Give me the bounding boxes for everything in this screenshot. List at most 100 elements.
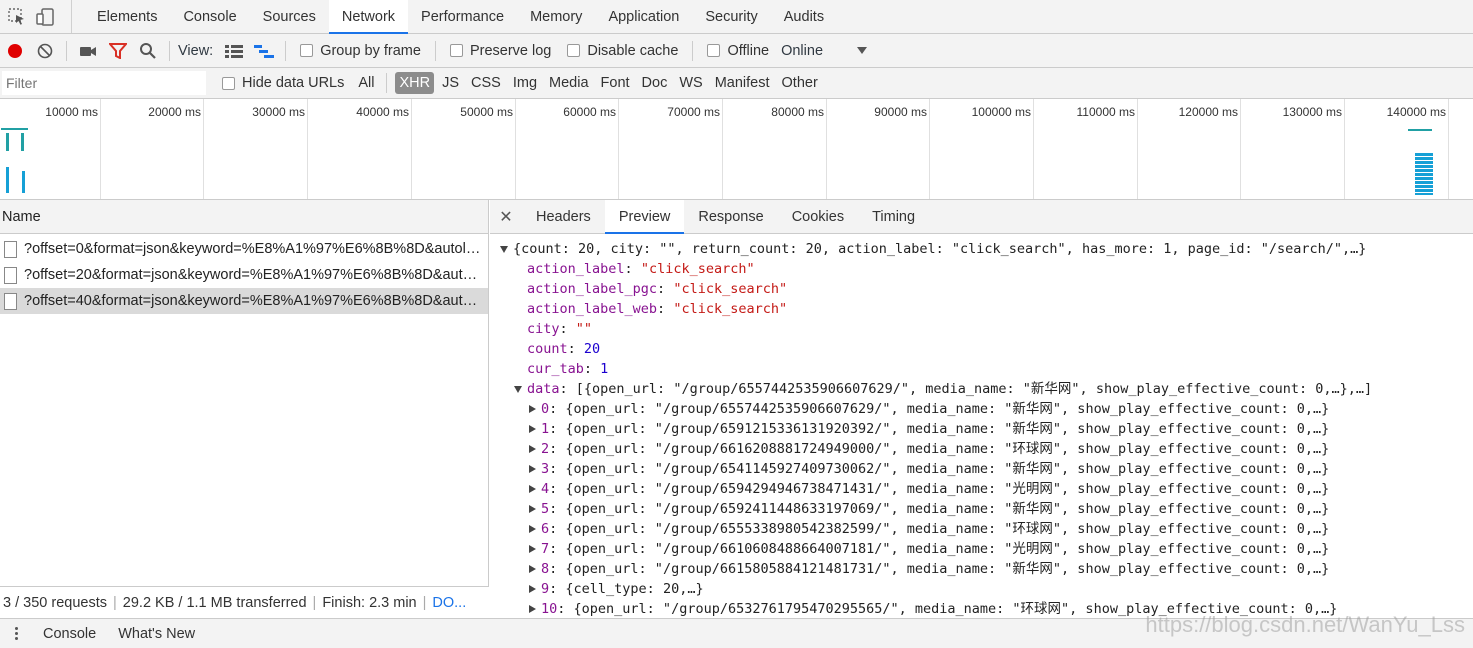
filter-toggle-button[interactable] [103, 36, 133, 66]
search-button[interactable] [133, 36, 163, 66]
hide-data-urls-label: Hide data URLs [242, 75, 345, 91]
offline-checkbox[interactable]: Offline [707, 43, 769, 59]
json-line[interactable]: 7: {open_url: "/group/661060848866400718… [490, 539, 1473, 559]
type-filter-other[interactable]: Other [778, 72, 822, 94]
json-line[interactable]: 1: {open_url: "/group/659121533613192039… [490, 419, 1473, 439]
screenshot-button[interactable] [73, 36, 103, 66]
request-row[interactable]: ?offset=20&format=json&keyword=%E8%A1%97… [0, 262, 488, 288]
json-object-summary: {cell_type: 20,…} [565, 581, 704, 597]
request-row[interactable]: ?offset=0&format=json&keyword=%E8%A1%97%… [0, 236, 488, 262]
device-toolbar-icon[interactable] [36, 7, 56, 26]
json-line: action_label_web: "click_search" [490, 299, 1473, 319]
drawer-tab-console[interactable]: Console [32, 626, 107, 642]
collapsed-arrow-icon[interactable] [529, 545, 536, 553]
json-line[interactable]: {count: 20, city: "", return_count: 20, … [490, 239, 1473, 259]
large-rows-button[interactable] [219, 36, 249, 66]
preserve-log-checkbox[interactable]: Preserve log [449, 43, 551, 59]
json-object-summary: {open_url: "/group/6557442535906607629/"… [565, 401, 1330, 417]
drawer-tab-what-s-new[interactable]: What's New [107, 626, 206, 642]
tab-sources[interactable]: Sources [250, 0, 329, 33]
json-line[interactable]: 9: {cell_type: 20,…} [490, 579, 1473, 599]
drawer-menu-icon[interactable] [0, 627, 32, 640]
checkbox-box[interactable] [567, 44, 581, 57]
json-index: 10 [541, 601, 558, 617]
tab-network[interactable]: Network [328, 0, 409, 34]
detail-tab-bar: ✕ Headers Preview Response Cookies Timing [490, 200, 1473, 234]
detail-tab-response[interactable]: Response [684, 200, 777, 233]
tab-console[interactable]: Console [170, 0, 249, 33]
json-colon: : [583, 361, 601, 377]
separator [386, 73, 388, 93]
type-filter-xhr[interactable]: XHR [395, 72, 435, 94]
overview-button[interactable] [249, 36, 279, 66]
type-filter-ws[interactable]: WS [675, 72, 706, 94]
overview-gridline [0, 99, 1449, 199]
tab-security[interactable]: Security [692, 0, 770, 33]
collapsed-arrow-icon[interactable] [529, 465, 536, 473]
json-line[interactable]: 6: {open_url: "/group/655533898054238259… [490, 519, 1473, 539]
type-filter-manifest[interactable]: Manifest [711, 72, 774, 94]
type-filter-all[interactable]: All [354, 72, 378, 94]
throttling-select[interactable]: Online [781, 42, 868, 59]
tab-elements[interactable]: Elements [84, 0, 170, 33]
hide-data-urls-checkbox[interactable]: Hide data URLs [222, 75, 344, 91]
detail-tab-timing[interactable]: Timing [858, 200, 929, 233]
network-overview[interactable]: 10000 ms 20000 ms 30000 ms 40000 ms 50000 ms… [0, 99, 1473, 200]
collapsed-arrow-icon[interactable] [529, 485, 536, 493]
collapsed-arrow-icon[interactable] [529, 405, 536, 413]
collapsed-arrow-icon[interactable] [529, 425, 536, 433]
detail-tab-preview[interactable]: Preview [604, 200, 685, 234]
collapsed-arrow-icon[interactable] [529, 505, 536, 513]
detail-tab-cookies[interactable]: Cookies [778, 200, 858, 233]
type-filter-img[interactable]: Img [509, 72, 541, 94]
collapsed-arrow-icon[interactable] [529, 445, 536, 453]
type-filter-font[interactable]: Font [597, 72, 634, 94]
tab-audits[interactable]: Audits [771, 0, 837, 33]
type-filter-js[interactable]: JS [438, 72, 463, 94]
type-filter-doc[interactable]: Doc [638, 72, 672, 94]
request-row[interactable]: ?offset=40&format=json&keyword=%E8%A1%97… [0, 288, 488, 314]
pipe-separator: | [422, 594, 427, 611]
json-line[interactable]: 2: {open_url: "/group/661620888172494900… [490, 439, 1473, 459]
tab-application[interactable]: Application [595, 0, 692, 33]
collapsed-arrow-icon[interactable] [529, 565, 536, 573]
json-line[interactable]: 4: {open_url: "/group/659429494673847143… [490, 479, 1473, 499]
checkbox-box[interactable] [222, 76, 235, 90]
json-value: "" [575, 321, 593, 337]
name-column-header[interactable]: Name [0, 200, 488, 234]
collapsed-arrow-icon[interactable] [529, 525, 536, 533]
type-filter-media[interactable]: Media [545, 72, 593, 94]
collapsed-arrow-icon[interactable] [529, 585, 536, 593]
checkbox-box[interactable] [449, 44, 463, 57]
json-line[interactable]: data: [{open_url: "/group/65574425359066… [490, 379, 1473, 399]
detail-tab-headers[interactable]: Headers [522, 200, 605, 233]
json-line[interactable]: 8: {open_url: "/group/661580588412148173… [490, 559, 1473, 579]
json-line[interactable]: 3: {open_url: "/group/654114592740973006… [490, 459, 1473, 479]
json-line[interactable]: 0: {open_url: "/group/655744253590660762… [490, 399, 1473, 419]
inspect-element-icon[interactable] [8, 7, 26, 26]
checkbox-box[interactable] [707, 44, 721, 57]
close-detail-button[interactable]: ✕ [490, 200, 522, 233]
clear-button[interactable] [30, 36, 60, 66]
filter-bar: Hide data URLs All XHRJSCSSImgMediaFontDo… [0, 68, 1473, 99]
throttling-value: Online [781, 42, 824, 59]
type-filter-css[interactable]: CSS [467, 72, 505, 94]
waterfall-icon [254, 44, 275, 58]
separator [692, 40, 694, 61]
expanded-arrow-icon[interactable] [514, 385, 522, 393]
json-line[interactable]: 5: {open_url: "/group/659241144863319706… [490, 499, 1473, 519]
tab-memory[interactable]: Memory [517, 0, 595, 33]
separator [66, 40, 67, 61]
json-colon: : [557, 601, 574, 617]
checkbox-box[interactable] [300, 44, 314, 57]
expanded-arrow-icon[interactable] [500, 245, 508, 253]
record-button[interactable] [0, 36, 30, 66]
request-list-pane: Name ?offset=0&format=json&keyword=%E8%A… [0, 200, 489, 618]
json-index: 9 [541, 581, 550, 597]
json-line: cur_tab: 1 [490, 359, 1473, 379]
disable-cache-checkbox[interactable]: Disable cache [567, 43, 678, 59]
collapsed-arrow-icon[interactable] [529, 605, 536, 613]
group-by-frame-checkbox[interactable]: Group by frame [300, 43, 421, 59]
filter-input[interactable] [2, 71, 206, 95]
tab-performance[interactable]: Performance [408, 0, 517, 33]
